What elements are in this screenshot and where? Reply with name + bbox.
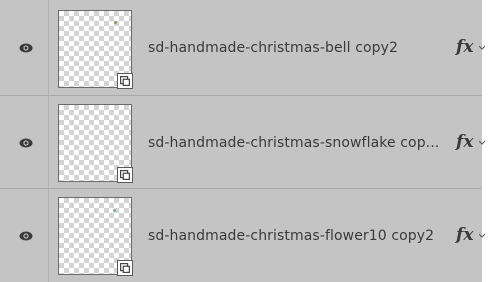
layer-thumbnail[interactable] — [58, 197, 133, 276]
chevron-down-icon[interactable] — [479, 232, 485, 240]
eye-icon[interactable] — [19, 230, 33, 242]
eye-icon[interactable] — [19, 42, 33, 54]
thumbnail-content — [114, 21, 117, 24]
layer-name[interactable]: sd-handmade-christmas-flower10 copy2 — [148, 228, 434, 244]
smart-object-badge-icon — [117, 73, 133, 89]
layer-row[interactable]: sd-handmade-christmas-bell copy2 fx — [0, 0, 485, 96]
visibility-toggle[interactable] — [0, 0, 49, 96]
layers-panel: sd-handmade-christmas-bell copy2 fx sd-h… — [0, 0, 485, 282]
layer-name[interactable]: sd-handmade-christmas-snowflake cop... — [148, 135, 439, 151]
eye-icon[interactable] — [19, 137, 33, 149]
visibility-toggle[interactable] — [0, 96, 49, 189]
smart-object-badge-icon — [117, 167, 133, 183]
smart-object-badge-icon — [117, 260, 133, 276]
layer-thumbnail[interactable] — [58, 10, 133, 89]
visibility-toggle[interactable] — [0, 189, 49, 282]
fx-icon[interactable]: fx — [456, 37, 473, 57]
thumbnail-content — [113, 209, 116, 212]
layer-row[interactable]: sd-handmade-christmas-snowflake cop... f… — [0, 96, 485, 189]
fx-icon[interactable]: fx — [456, 225, 473, 245]
chevron-down-icon[interactable] — [479, 44, 485, 52]
layer-row[interactable]: sd-handmade-christmas-flower10 copy2 fx — [0, 189, 485, 282]
fx-icon[interactable]: fx — [456, 132, 473, 152]
chevron-down-icon[interactable] — [479, 139, 485, 147]
layer-thumbnail[interactable] — [58, 104, 133, 183]
layer-name[interactable]: sd-handmade-christmas-bell copy2 — [148, 40, 398, 56]
